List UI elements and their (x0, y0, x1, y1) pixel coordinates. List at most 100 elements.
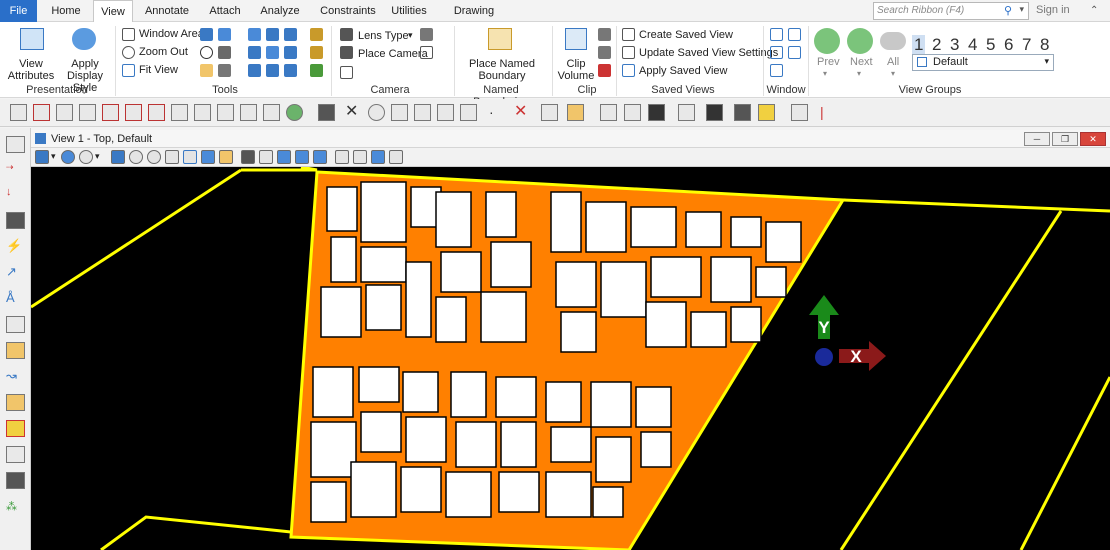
next-arrow-icon[interactable] (847, 28, 873, 54)
toolbar-icon[interactable] (79, 104, 96, 121)
toolbar-icon[interactable] (734, 104, 751, 121)
window-icon[interactable] (788, 28, 801, 41)
left-tool-icon[interactable] (6, 342, 25, 359)
zoom-out-icon[interactable] (147, 150, 161, 164)
tool-icon[interactable] (266, 28, 279, 41)
cross-icon[interactable]: ✕ (514, 104, 531, 121)
toolbar-icon[interactable] (171, 104, 188, 121)
toolbar-icon[interactable] (56, 104, 73, 121)
help-icon[interactable] (758, 104, 775, 121)
tab-utilities[interactable]: Utilities (389, 0, 429, 22)
view-attributes-icon[interactable] (35, 150, 49, 164)
chevron-up-icon[interactable]: ⌃ (1090, 5, 1098, 16)
toolbar-icon[interactable] (368, 104, 385, 121)
tool-icon[interactable] (248, 46, 261, 59)
tool-icon[interactable] (218, 64, 231, 77)
tab-file[interactable]: File (0, 0, 37, 22)
view-number-7[interactable]: 7 (1022, 35, 1031, 55)
toolbar-icon[interactable] (624, 104, 641, 121)
window-area-button[interactable]: Window Area (139, 28, 204, 40)
left-tool-icon[interactable]: Å (6, 290, 25, 307)
left-tool-icon[interactable] (6, 446, 25, 463)
minimize-button[interactable]: ─ (1024, 132, 1050, 146)
tab-home[interactable]: Home (44, 0, 88, 22)
tool-icon[interactable] (266, 46, 279, 59)
view-number-8[interactable]: 8 (1040, 35, 1049, 55)
next-view-icon[interactable] (313, 150, 327, 164)
tab-view[interactable]: View (93, 0, 133, 23)
dot-icon[interactable]: · (489, 104, 506, 121)
tool-icon[interactable] (310, 28, 323, 41)
view-tool-icon[interactable] (277, 150, 291, 164)
view-tool-icon[interactable] (371, 150, 385, 164)
tool-icon[interactable] (340, 66, 353, 79)
all-views-icon[interactable] (880, 32, 906, 50)
tool-icon[interactable] (598, 46, 611, 59)
toolbar-icon[interactable] (148, 104, 165, 121)
display-style-icon[interactable] (61, 150, 75, 164)
clip-icon[interactable] (353, 150, 367, 164)
gear-icon[interactable] (79, 150, 93, 164)
toolbar-icon[interactable] (437, 104, 454, 121)
zoom-out-button[interactable]: Zoom Out (139, 46, 188, 58)
tool-icon[interactable] (284, 64, 297, 77)
fit-view-button[interactable]: Fit View (139, 64, 178, 76)
left-tool-icon[interactable]: ⚡ (6, 238, 25, 255)
tab-constraints[interactable]: Constraints (314, 0, 382, 22)
toolbar-icon[interactable] (541, 104, 558, 121)
left-tool-icon[interactable]: ↝ (6, 368, 25, 385)
view-number-6[interactable]: 6 (1004, 35, 1013, 55)
walk-icon[interactable] (241, 150, 255, 164)
left-tool-icon[interactable] (6, 420, 25, 437)
tool-icon[interactable] (218, 28, 231, 41)
toolbar-icon[interactable] (33, 104, 50, 121)
tool-icon[interactable] (310, 46, 323, 59)
save-icon[interactable] (706, 104, 723, 121)
left-tool-icon[interactable]: ⁂ (6, 500, 25, 517)
all-button[interactable]: All (887, 56, 899, 68)
window-area-icon[interactable] (165, 150, 179, 164)
lens-type-dropdown[interactable]: Lens Type (358, 30, 409, 42)
tool-icon[interactable] (248, 28, 261, 41)
left-tool-icon[interactable]: ⇢ (6, 162, 25, 179)
restore-button[interactable]: ❐ (1052, 132, 1078, 146)
search-icon[interactable]: ⚲ (1004, 4, 1012, 17)
toolbar-icon[interactable] (318, 104, 335, 121)
prev-button[interactable]: Prev (817, 56, 840, 68)
toolbar-icon[interactable] (125, 104, 142, 121)
toolbar-icon[interactable] (791, 104, 808, 121)
view-tool-icon[interactable] (259, 150, 273, 164)
view-number-3[interactable]: 3 (950, 35, 959, 55)
view-number-1[interactable]: 1 (912, 35, 926, 55)
chevron-down-icon[interactable]: ▾ (51, 151, 56, 162)
toolbar-icon[interactable] (391, 104, 408, 121)
close-button[interactable]: ✕ (1080, 132, 1106, 146)
view-number-5[interactable]: 5 (986, 35, 995, 55)
tool-icon[interactable] (218, 46, 231, 59)
tool-icon[interactable] (420, 46, 433, 59)
view-group-select[interactable]: Default ▾ (912, 54, 1054, 71)
window-icon[interactable] (770, 46, 783, 59)
zoom-in-icon[interactable] (200, 46, 213, 59)
left-tool-icon[interactable]: ↗ (6, 264, 25, 281)
scale-icon[interactable] (648, 104, 665, 121)
tool-icon[interactable] (266, 64, 279, 77)
previous-view-icon[interactable] (295, 150, 309, 164)
toolbar-icon[interactable] (194, 104, 211, 121)
tool-icon[interactable] (284, 28, 297, 41)
view-attributes-button[interactable]: View Attributes (6, 58, 56, 82)
left-tool-icon[interactable] (6, 212, 25, 229)
create-saved-view-button[interactable]: Create Saved View (639, 29, 733, 41)
toolbar-icon[interactable] (600, 104, 617, 121)
window-icon[interactable] (770, 64, 783, 77)
zoom-in-icon[interactable] (129, 150, 143, 164)
toolbar-icon[interactable] (678, 104, 695, 121)
view-number-4[interactable]: 4 (968, 35, 977, 55)
left-tool-icon[interactable]: ↓ (6, 186, 25, 203)
search-input[interactable]: Search Ribbon (F4) ⚲ ▾ (873, 2, 1029, 20)
tool-icon[interactable] (598, 28, 611, 41)
toolbar-icon[interactable] (414, 104, 431, 121)
next-button[interactable]: Next (850, 56, 873, 68)
toolbar-icon[interactable] (263, 104, 280, 121)
tab-drawing-aids[interactable]: Drawing Aids (442, 0, 506, 39)
